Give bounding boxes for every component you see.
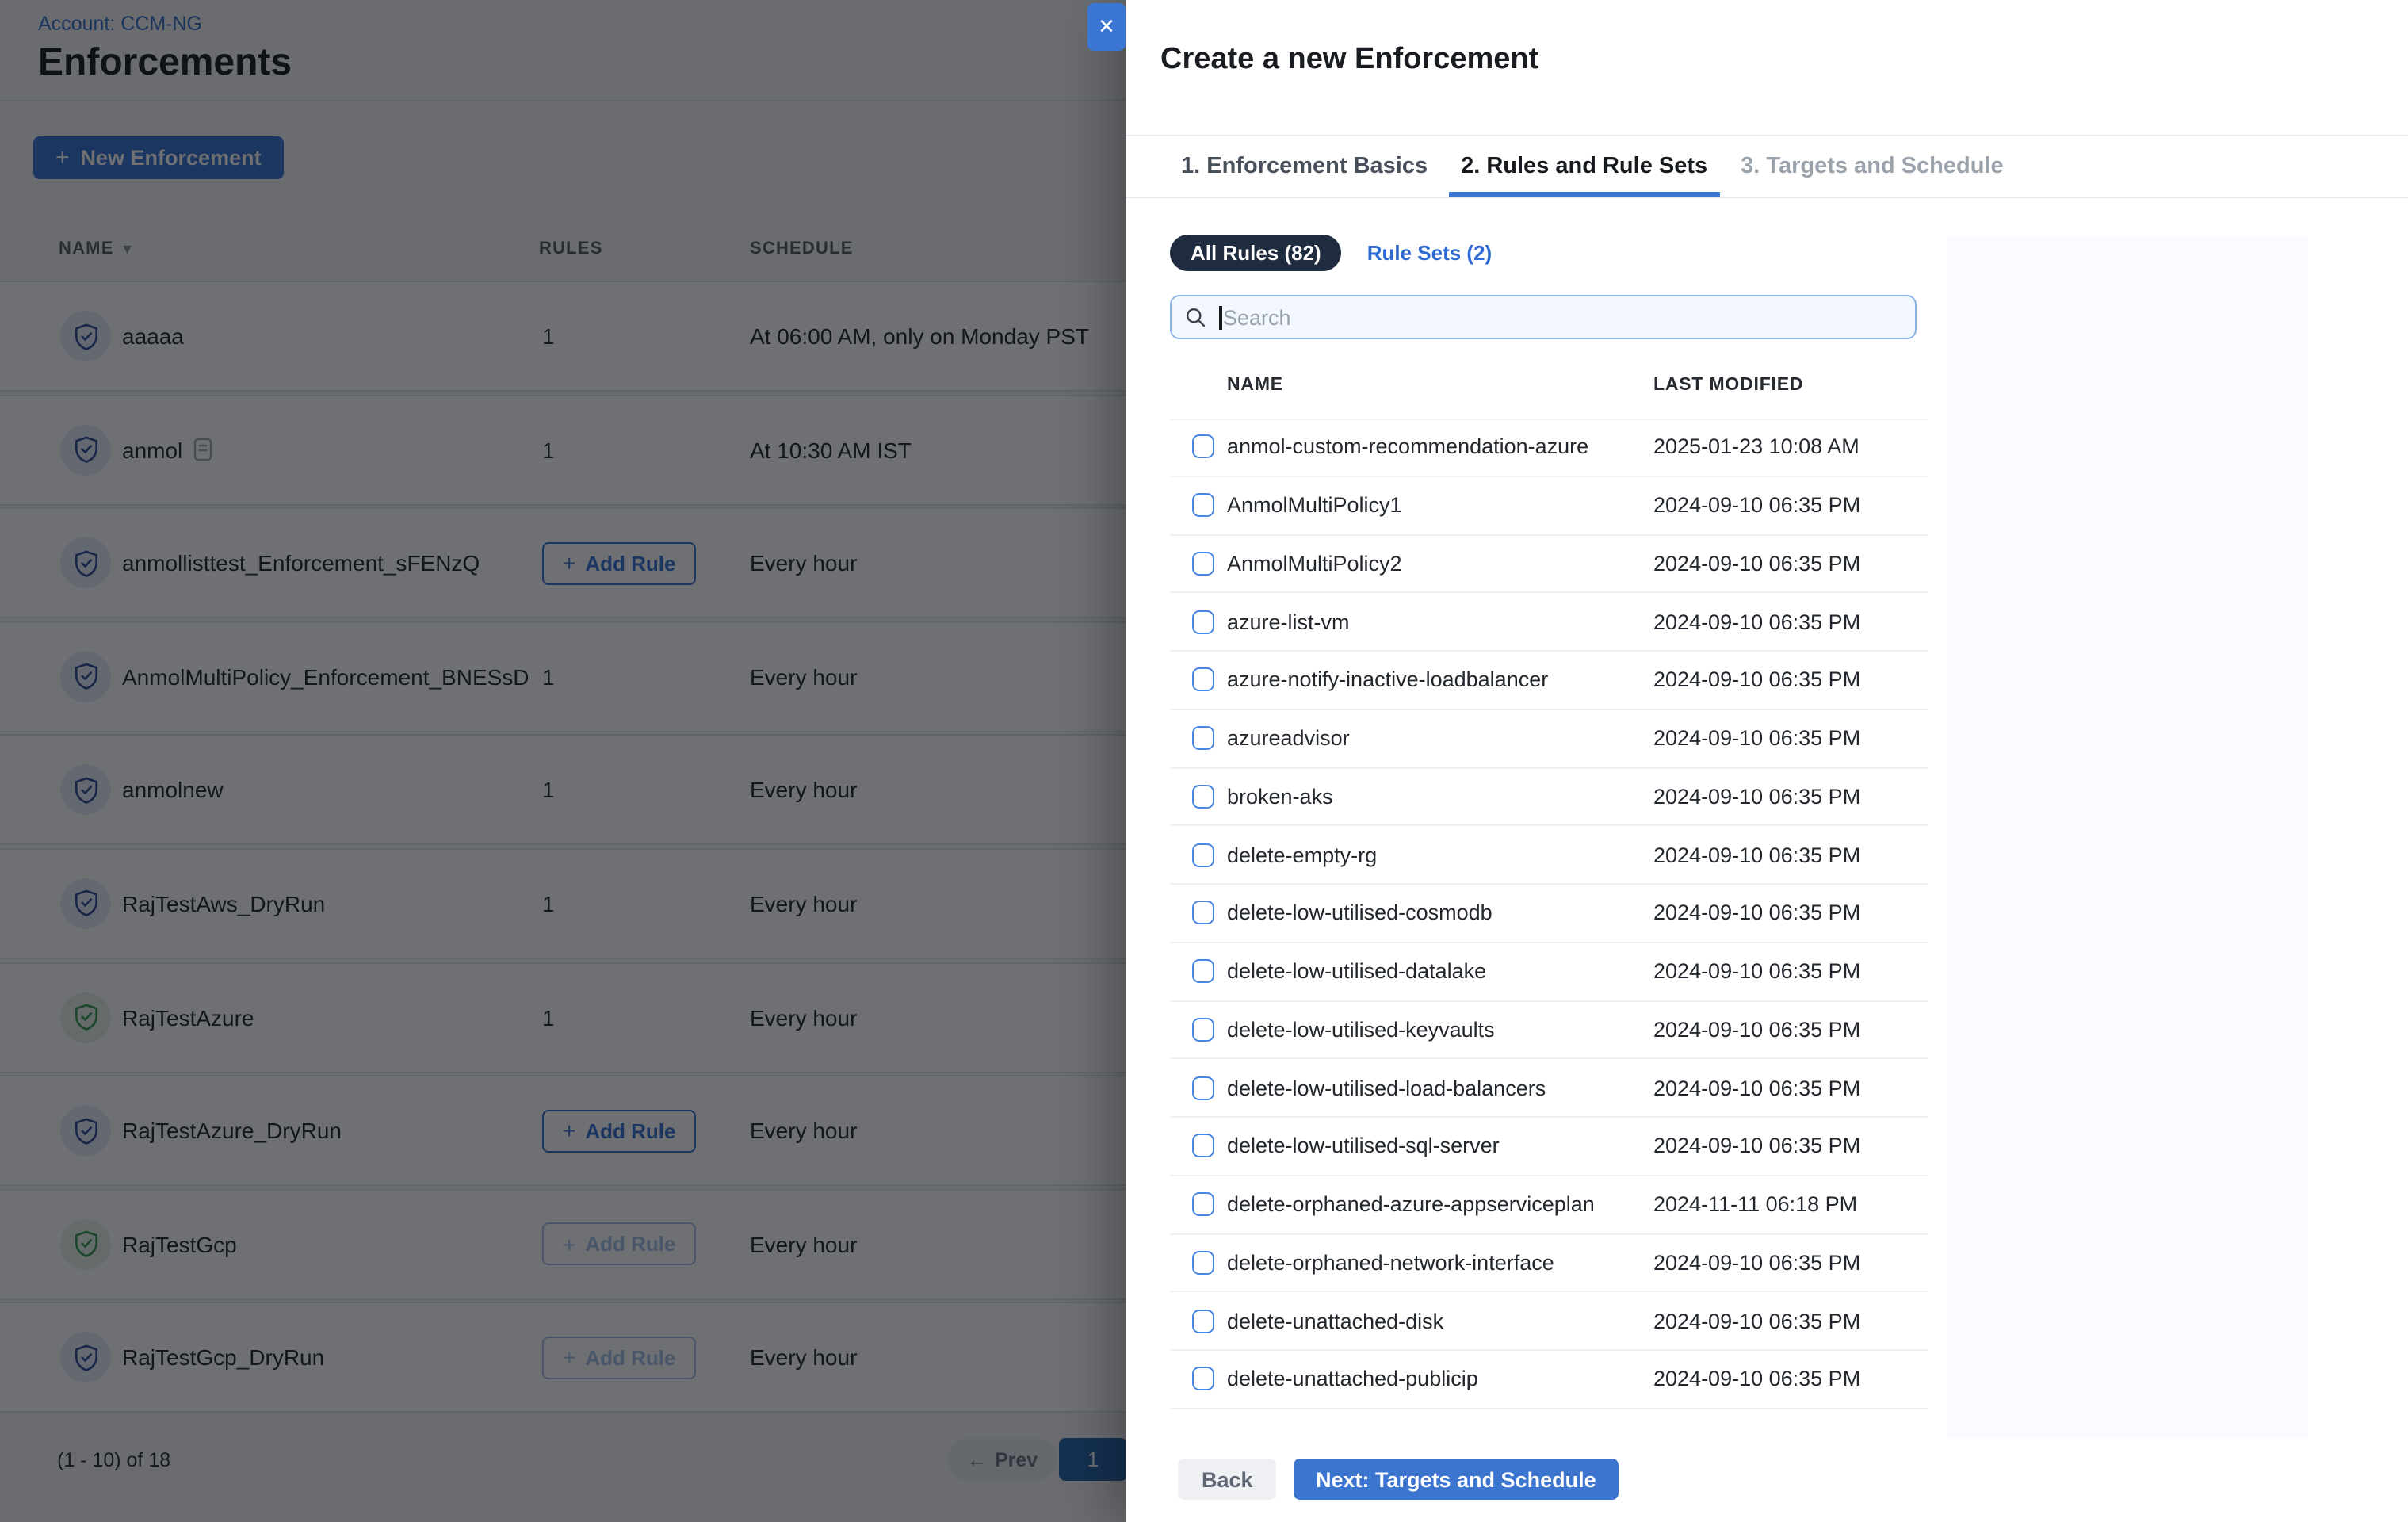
rule-last-modified: 2024-09-10 06:35 PM	[1653, 1309, 1860, 1333]
rule-name: delete-low-utilised-cosmodb	[1227, 901, 1493, 925]
rule-last-modified: 2024-09-10 06:35 PM	[1653, 552, 1860, 576]
rule-checkbox[interactable]	[1192, 610, 1214, 633]
close-icon[interactable]: ✕	[1087, 3, 1126, 51]
rule-name: delete-low-utilised-load-balancers	[1227, 1076, 1546, 1099]
rule-row[interactable]: delete-empty-rg 2024-09-10 06:35 PM	[1170, 827, 1928, 885]
rule-last-modified: 2024-09-10 06:35 PM	[1653, 785, 1860, 809]
rule-checkbox[interactable]	[1192, 668, 1214, 692]
rule-checkbox[interactable]	[1192, 1134, 1214, 1158]
rule-row[interactable]: delete-unattached-disk 2024-09-10 06:35 …	[1170, 1293, 1928, 1352]
rule-last-modified: 2024-09-10 06:35 PM	[1653, 1367, 1860, 1391]
rule-name: delete-unattached-disk	[1227, 1309, 1443, 1333]
search-icon	[1184, 306, 1206, 328]
text-caret	[1219, 305, 1221, 329]
rule-checkbox[interactable]	[1192, 901, 1214, 925]
rule-row[interactable]: AnmolMultiPolicy2 2024-09-10 06:35 PM	[1170, 535, 1928, 594]
step-targets-and-schedule: 3. Targets and Schedule	[1728, 136, 2016, 197]
next-button[interactable]: Next: Targets and Schedule	[1294, 1459, 1619, 1500]
rule-name: delete-unattached-publicip	[1227, 1367, 1478, 1391]
rule-name: anmol-custom-recommendation-azure	[1227, 435, 1588, 459]
rule-last-modified: 2024-11-11 06:18 PM	[1653, 1192, 1857, 1216]
rule-name: delete-orphaned-azure-appserviceplan	[1227, 1192, 1595, 1216]
rule-name: broken-aks	[1227, 785, 1333, 809]
rule-checkbox[interactable]	[1192, 1018, 1214, 1042]
rule-last-modified: 2024-09-10 06:35 PM	[1653, 493, 1860, 517]
rule-row[interactable]: azure-notify-inactive-loadbalancer 2024-…	[1170, 652, 1928, 710]
rule-row[interactable]: broken-aks 2024-09-10 06:35 PM	[1170, 768, 1928, 827]
wizard-steps: 1. Enforcement Basics 2. Rules and Rule …	[1126, 135, 2408, 198]
rule-last-modified: 2025-01-23 10:08 AM	[1653, 435, 1860, 459]
rule-checkbox[interactable]	[1192, 1309, 1214, 1333]
rule-row[interactable]: delete-orphaned-network-interface 2024-0…	[1170, 1234, 1928, 1293]
rule-row[interactable]: anmol-custom-recommendation-azure 2025-0…	[1170, 419, 1928, 477]
rule-row[interactable]: delete-low-utilised-load-balancers 2024-…	[1170, 1060, 1928, 1119]
rule-checkbox[interactable]	[1192, 1251, 1214, 1275]
rule-name: delete-low-utilised-sql-server	[1227, 1134, 1500, 1158]
rule-last-modified: 2024-09-10 06:35 PM	[1653, 959, 1860, 983]
rule-row[interactable]: delete-low-utilised-keyvaults 2024-09-10…	[1170, 1001, 1928, 1060]
rules-tabs: All Rules (82) Rule Sets (2)	[1170, 235, 1501, 271]
rule-row[interactable]: delete-unattached-publicip 2024-09-10 06…	[1170, 1351, 1928, 1409]
rule-name: AnmolMultiPolicy1	[1227, 493, 1402, 517]
search-box	[1170, 295, 1917, 339]
rule-name: delete-empty-rg	[1227, 843, 1377, 866]
rule-checkbox[interactable]	[1192, 1192, 1214, 1216]
step-enforcement-basics[interactable]: 1. Enforcement Basics	[1168, 136, 1440, 197]
rules-column-last-modified: LAST MODIFIED	[1653, 376, 1803, 395]
rule-last-modified: 2024-09-10 06:35 PM	[1653, 843, 1860, 866]
rule-name: delete-low-utilised-datalake	[1227, 959, 1486, 983]
rule-last-modified: 2024-09-10 06:35 PM	[1653, 1018, 1860, 1042]
rules-list-header: NAME LAST MODIFIED	[1170, 361, 1928, 420]
rule-checkbox[interactable]	[1192, 959, 1214, 983]
rule-last-modified: 2024-09-10 06:35 PM	[1653, 610, 1860, 633]
rule-checkbox[interactable]	[1192, 493, 1214, 517]
rule-last-modified: 2024-09-10 06:35 PM	[1653, 901, 1860, 925]
create-enforcement-drawer: ✕ Create a new Enforcement 1. Enforcemen…	[1126, 0, 2408, 1522]
rule-checkbox[interactable]	[1192, 552, 1214, 576]
rule-checkbox[interactable]	[1192, 1076, 1214, 1099]
rule-name: azureadvisor	[1227, 726, 1350, 750]
app-root: Account: CCM-NG Enforcements + New Enfor…	[0, 0, 2408, 1522]
rules-list: anmol-custom-recommendation-azure 2025-0…	[1170, 419, 1928, 1409]
search-input[interactable]	[1223, 305, 1902, 329]
rule-row[interactable]: delete-low-utilised-sql-server 2024-09-1…	[1170, 1118, 1928, 1176]
rule-name: delete-low-utilised-keyvaults	[1227, 1018, 1495, 1042]
drawer-title: Create a new Enforcement	[1160, 43, 1538, 78]
rule-last-modified: 2024-09-10 06:35 PM	[1653, 668, 1860, 692]
rule-last-modified: 2024-09-10 06:35 PM	[1653, 1251, 1860, 1275]
rule-name: azure-list-vm	[1227, 610, 1350, 633]
rule-row[interactable]: azure-list-vm 2024-09-10 06:35 PM	[1170, 594, 1928, 652]
back-button[interactable]: Back	[1178, 1459, 1277, 1500]
rules-column-name: NAME	[1227, 376, 1283, 395]
rule-row[interactable]: delete-low-utilised-cosmodb 2024-09-10 0…	[1170, 885, 1928, 943]
rule-row[interactable]: delete-low-utilised-datalake 2024-09-10 …	[1170, 943, 1928, 1002]
rule-checkbox[interactable]	[1192, 1367, 1214, 1391]
rule-checkbox[interactable]	[1192, 843, 1214, 866]
rule-last-modified: 2024-09-10 06:35 PM	[1653, 726, 1860, 750]
step-rules-and-rule-sets[interactable]: 2. Rules and Rule Sets	[1448, 136, 1720, 197]
rule-name: azure-notify-inactive-loadbalancer	[1227, 668, 1548, 692]
rule-checkbox[interactable]	[1192, 785, 1214, 809]
rule-row[interactable]: delete-orphaned-azure-appserviceplan 202…	[1170, 1176, 1928, 1235]
tab-rule-sets[interactable]: Rule Sets (2)	[1358, 241, 1502, 265]
rule-row[interactable]: azureadvisor 2024-09-10 06:35 PM	[1170, 710, 1928, 769]
rule-last-modified: 2024-09-10 06:35 PM	[1653, 1076, 1860, 1099]
rule-checkbox[interactable]	[1192, 435, 1214, 459]
rule-row[interactable]: AnmolMultiPolicy1 2024-09-10 06:35 PM	[1170, 477, 1928, 536]
rule-name: AnmolMultiPolicy2	[1227, 552, 1402, 576]
rule-name: delete-orphaned-network-interface	[1227, 1251, 1554, 1275]
rule-last-modified: 2024-09-10 06:35 PM	[1653, 1134, 1860, 1158]
rule-checkbox[interactable]	[1192, 726, 1214, 750]
tab-all-rules[interactable]: All Rules (82)	[1170, 235, 1342, 271]
details-panel	[1947, 236, 2308, 1438]
